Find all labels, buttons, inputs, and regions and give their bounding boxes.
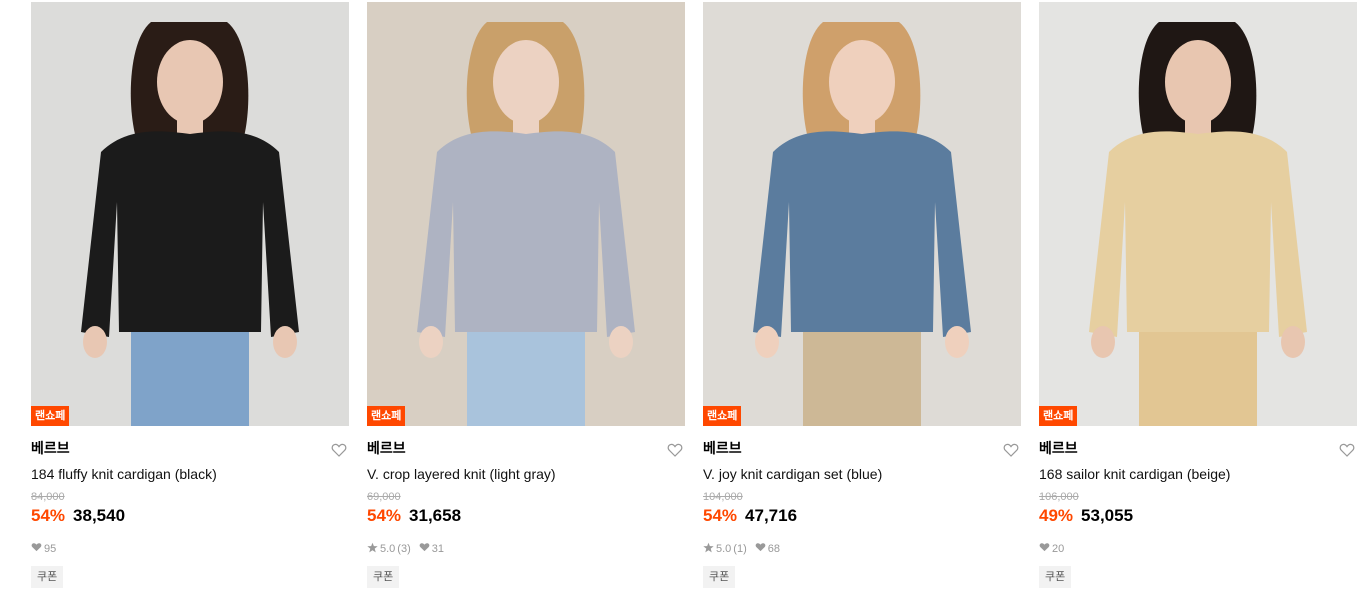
heart-filled-icon [419,542,430,556]
sale-price: 47,716 [745,506,798,525]
likes-count: 20 [1052,543,1065,555]
price-row: 49% 53,055 [1039,505,1357,527]
brand-name[interactable]: 베르브 [1039,439,1357,457]
coupon-tag: 쿠폰 [31,566,64,588]
sale-price: 53,055 [1081,506,1134,525]
sale-price: 38,540 [73,506,126,525]
product-photo [1039,2,1357,426]
discount-rate: 49% [1039,506,1074,525]
product-meta: 5.0 (3) 31 [367,542,685,556]
sale-price: 31,658 [409,506,462,525]
wishlist-heart-icon[interactable] [1339,442,1355,458]
product-name[interactable]: V. joy knit cardigan set (blue) [703,465,1021,483]
likes-group: 31 [419,542,444,556]
product-photo [367,2,685,426]
product-meta: 20 [1039,542,1357,556]
original-price: 106,000 [1039,491,1079,503]
model-hand-left [755,326,779,358]
model-bottom [467,332,585,426]
product-image[interactable]: 랜쇼페 [367,2,685,426]
product-photo [703,2,1021,426]
discount-rate: 54% [367,506,402,525]
coupon-tag: 쿠폰 [367,566,400,588]
rating-group: 5.0 (1) [703,542,747,557]
product-image[interactable]: 랜쇼페 [1039,2,1357,426]
model-hand-right [273,326,297,358]
review-count: (1) [733,543,747,555]
model-hand-left [1091,326,1115,358]
model-hand-left [83,326,107,358]
original-price: 84,000 [31,491,65,503]
likes-count: 68 [767,543,780,555]
heart-filled-icon [1039,542,1050,556]
coupon-tag: 쿠폰 [703,566,736,588]
model-face [493,40,559,124]
heart-filled-icon [31,542,42,556]
product-card[interactable]: 랜쇼페 베르브 V. crop layered knit (light gray… [367,2,685,588]
product-image[interactable]: 랜쇼페 [703,2,1021,426]
price-row: 54% 38,540 [31,505,349,527]
model-hand-right [1281,326,1305,358]
model-hand-left [419,326,443,358]
promo-badge: 랜쇼페 [367,406,406,426]
original-price: 104,000 [703,491,743,503]
promo-badge: 랜쇼페 [1039,406,1078,426]
product-name[interactable]: V. crop layered knit (light gray) [367,465,685,483]
wishlist-heart-icon[interactable] [1003,442,1019,458]
model-bottom [803,332,921,426]
original-price: 69,000 [367,491,401,503]
rating-value: 5.0 [716,543,732,555]
product-name[interactable]: 184 fluffy knit cardigan (black) [31,465,349,483]
model-face [829,40,895,124]
likes-group: 68 [755,542,780,556]
likes-count: 95 [44,543,57,555]
model-face [1165,40,1231,124]
brand-name[interactable]: 베르브 [367,439,685,457]
product-card[interactable]: 랜쇼페 베르브 V. joy knit cardigan set (blue) … [703,2,1021,588]
brand-name[interactable]: 베르브 [31,439,349,457]
product-card[interactable]: 랜쇼페 베르브 184 fluffy knit cardigan (black)… [31,2,349,588]
discount-rate: 54% [703,506,738,525]
heart-filled-icon [755,542,766,556]
likes-group: 20 [1039,542,1064,556]
promo-badge: 랜쇼페 [703,406,742,426]
star-icon [703,542,714,557]
review-count: (3) [397,543,411,555]
likes-count: 31 [431,543,444,555]
product-name[interactable]: 168 sailor knit cardigan (beige) [1039,465,1357,483]
wishlist-heart-icon[interactable] [331,442,347,458]
wishlist-heart-icon[interactable] [667,442,683,458]
likes-group: 95 [31,542,56,556]
star-icon [367,542,378,557]
product-grid: 랜쇼페 베르브 184 fluffy knit cardigan (black)… [31,2,1357,588]
rating-group: 5.0 (3) [367,542,411,557]
rating-value: 5.0 [380,543,396,555]
product-image[interactable]: 랜쇼페 [31,2,349,426]
product-card[interactable]: 랜쇼페 베르브 168 sailor knit cardigan (beige)… [1039,2,1357,588]
discount-rate: 54% [31,506,66,525]
model-hand-right [609,326,633,358]
product-photo [31,2,349,426]
model-face [157,40,223,124]
price-row: 54% 47,716 [703,505,1021,527]
product-meta: 95 [31,542,349,556]
price-row: 54% 31,658 [367,505,685,527]
model-bottom [1139,332,1257,426]
product-meta: 5.0 (1) 68 [703,542,1021,556]
brand-name[interactable]: 베르브 [703,439,1021,457]
coupon-tag: 쿠폰 [1039,566,1072,588]
model-hand-right [945,326,969,358]
promo-badge: 랜쇼페 [31,406,70,426]
model-bottom [131,332,249,426]
